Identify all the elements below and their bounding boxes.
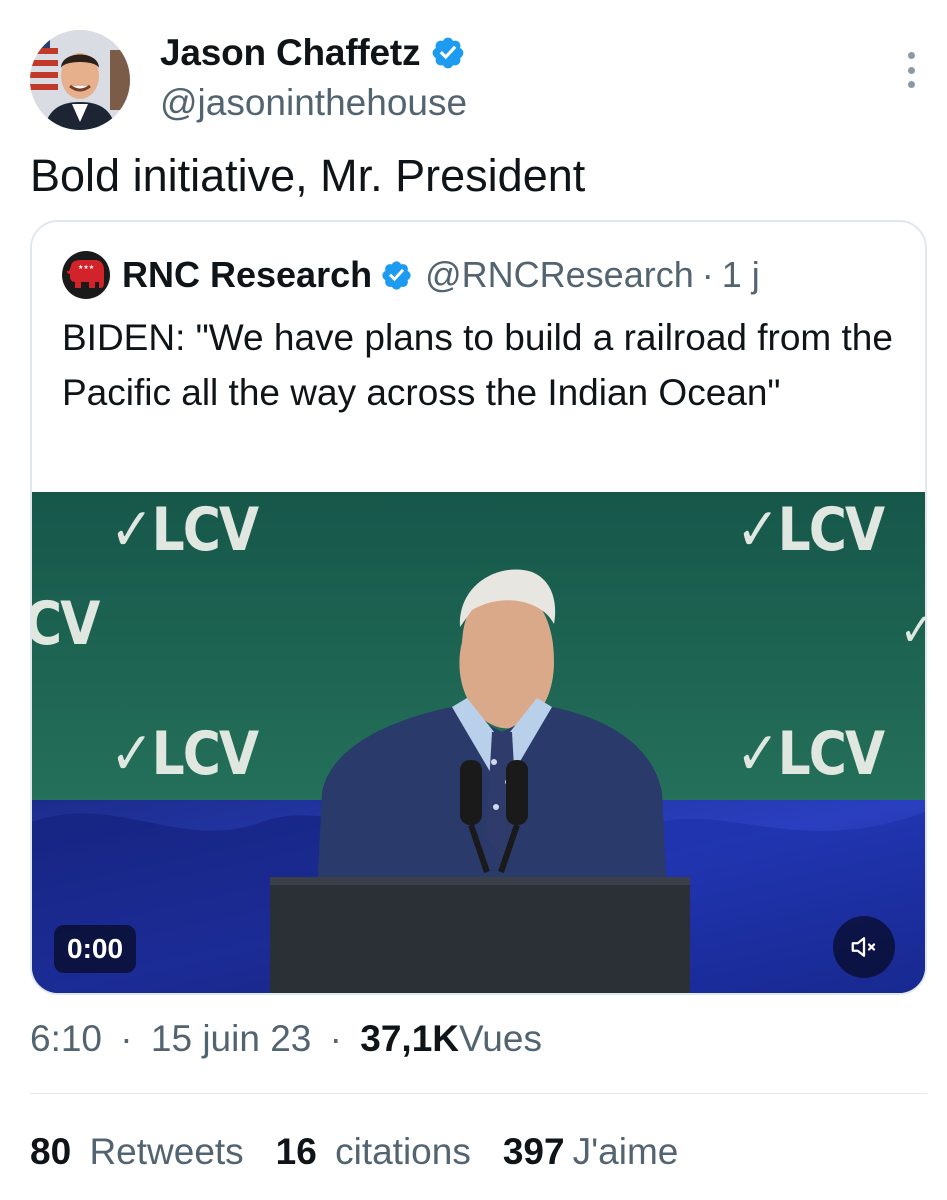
likes-stat[interactable]: 397 J'aime <box>503 1131 679 1173</box>
tweet-header: Jason Chaffetz @jasoninthehouse <box>0 0 947 140</box>
svg-text:★★★: ★★★ <box>78 264 94 271</box>
engagement-stats: 80 Retweets 16 citations 397 J'aime <box>30 1131 710 1173</box>
banner-text: ✓LCV <box>736 720 885 789</box>
quotes-stat[interactable]: 16 citations <box>276 1131 471 1173</box>
tweet-timestamp[interactable]: 6:10 · 15 juin 23 · 37,1KVues <box>30 1018 550 1060</box>
quoted-author-name[interactable]: RNC Research <box>122 254 372 296</box>
banner-text: ✓ <box>900 604 925 657</box>
tweet-text: Bold initiative, Mr. President <box>30 150 586 201</box>
meta-separator: · <box>120 1018 133 1059</box>
quoted-tweet[interactable]: ★★★ RNC Research @RNCResearch · 1 j BIDE… <box>30 220 927 995</box>
quotes-count: 16 <box>275 1131 317 1172</box>
tweet-time: 6:10 <box>30 1018 103 1059</box>
likes-count: 397 <box>502 1131 565 1172</box>
meta-separator: · <box>701 254 714 295</box>
retweets-label: Retweets <box>89 1131 244 1172</box>
meta-separator: · <box>329 1018 342 1059</box>
likes-label: J'aime <box>572 1131 679 1172</box>
banner-text: ✓LCV <box>110 720 259 789</box>
author-avatar[interactable] <box>30 30 130 130</box>
quoted-author-avatar[interactable]: ★★★ <box>62 251 110 299</box>
tweet-date: 15 juin 23 <box>150 1018 312 1059</box>
divider <box>30 1093 927 1094</box>
video-player[interactable]: ✓LCV ✓LCV CV ✓ ✓LCV ✓LCV 0:00 <box>32 492 925 993</box>
more-vertical-icon[interactable] <box>905 52 917 88</box>
author-handle[interactable]: @jasoninthehouse <box>160 82 467 124</box>
banner-text: ✓LCV <box>110 496 259 565</box>
banner-text: CV <box>32 590 100 659</box>
quoted-tweet-header: ★★★ RNC Research @RNCResearch · 1 j <box>62 251 760 299</box>
verified-badge-icon <box>382 260 411 290</box>
video-timer: 0:00 <box>54 925 137 973</box>
quoted-tweet-age[interactable]: 1 j <box>722 254 760 296</box>
banner-text: ✓LCV <box>736 496 885 565</box>
gop-elephant-icon: ★★★ <box>67 260 104 288</box>
quoted-author-handle[interactable]: @RNCResearch <box>425 254 694 296</box>
verified-badge-icon <box>432 37 464 69</box>
quoted-tweet-text: BIDEN: "We have plans to build a railroa… <box>62 317 893 413</box>
quotes-label: citations <box>335 1131 471 1172</box>
views-count: 37,1K <box>360 1018 459 1059</box>
volume-muted-icon[interactable] <box>833 916 895 978</box>
retweets-count: 80 <box>30 1131 72 1172</box>
retweets-stat[interactable]: 80 Retweets <box>30 1131 244 1173</box>
author-name[interactable]: Jason Chaffetz <box>160 32 466 74</box>
author-name-text[interactable]: Jason Chaffetz <box>160 32 421 74</box>
views-label: Vues <box>459 1018 542 1059</box>
